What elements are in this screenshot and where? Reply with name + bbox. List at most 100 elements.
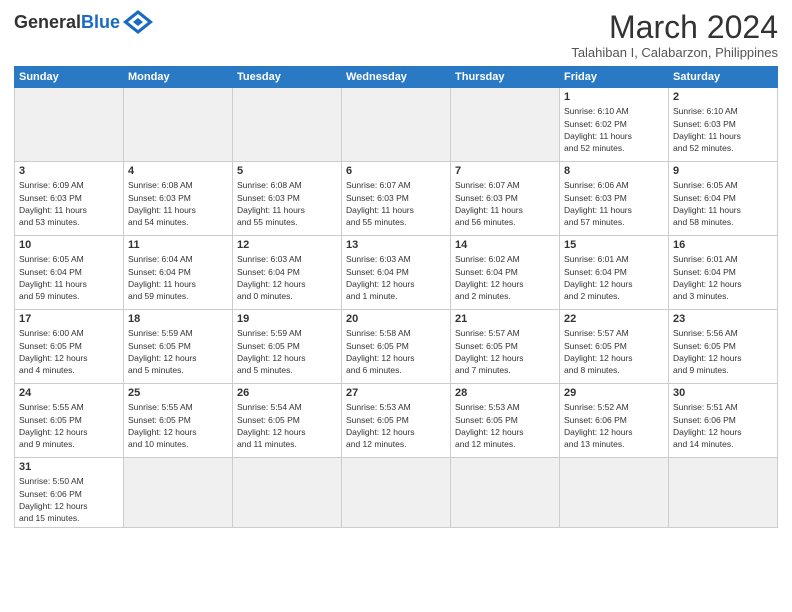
- week-row-4: 24Sunrise: 5:55 AM Sunset: 6:05 PM Dayli…: [15, 384, 778, 458]
- header-sunday: Sunday: [15, 67, 124, 88]
- calendar-cell: [124, 88, 233, 162]
- weekday-header-row: Sunday Monday Tuesday Wednesday Thursday…: [15, 67, 778, 88]
- calendar-cell: 27 Sunrise: 5:53 AM Sunset: 6:05 PM Dayli…: [342, 384, 451, 458]
- calendar-cell: 14Sunrise: 6:02 AM Sunset: 6:04 PM Dayli…: [451, 236, 560, 310]
- week-row-0: 1 Sunrise: 6:10 AM Sunset: 6:02 PM Daylig…: [15, 88, 778, 162]
- day-info: Sunrise: 6:06 AM Sunset: 6:03 PM Dayligh…: [564, 179, 664, 228]
- day-number: 19: [237, 313, 337, 325]
- day-info: Sunrise: 6:07 AM Sunset: 6:03 PM Dayligh…: [455, 179, 555, 228]
- day-info: Sunrise: 5:53 AM Sunset: 6:05 PM Dayligh…: [455, 401, 555, 450]
- day-info: Sunrise: 6:05 AM Sunset: 6:04 PM Dayligh…: [19, 253, 119, 302]
- day-info: Sunrise: 6:01 AM Sunset: 6:04 PM Dayligh…: [673, 253, 773, 302]
- day-number: 31: [19, 461, 119, 473]
- day-number: 5: [237, 165, 337, 177]
- day-number: 12: [237, 239, 337, 251]
- day-number: 23: [673, 313, 773, 325]
- calendar-page: General Blue March 2024 Talahiban I, Cal…: [0, 0, 792, 612]
- day-info: Sunrise: 6:02 AM Sunset: 6:04 PM Dayligh…: [455, 253, 555, 302]
- week-row-2: 10 Sunrise: 6:05 AM Sunset: 6:04 PM Dayli…: [15, 236, 778, 310]
- logo-blue-text: Blue: [81, 13, 120, 31]
- day-number: 29: [564, 387, 664, 399]
- logo: General Blue: [14, 10, 153, 34]
- calendar-cell: [233, 458, 342, 528]
- calendar-cell: 10 Sunrise: 6:05 AM Sunset: 6:04 PM Dayli…: [15, 236, 124, 310]
- week-row-5: 31 Sunrise: 5:50 AM Sunset: 6:06 PM Dayli…: [15, 458, 778, 528]
- calendar-cell: [233, 88, 342, 162]
- calendar-cell: 24Sunrise: 5:55 AM Sunset: 6:05 PM Dayli…: [15, 384, 124, 458]
- day-number: 26: [237, 387, 337, 399]
- header-saturday: Saturday: [669, 67, 778, 88]
- day-number: 1: [564, 91, 664, 103]
- logo-area: General Blue: [14, 10, 153, 34]
- calendar-cell: 15Sunrise: 6:01 AM Sunset: 6:04 PM Dayli…: [560, 236, 669, 310]
- day-info: Sunrise: 5:58 AM Sunset: 6:05 PM Dayligh…: [346, 327, 446, 376]
- day-number: 10: [19, 239, 119, 251]
- header-tuesday: Tuesday: [233, 67, 342, 88]
- day-info: Sunrise: 6:04 AM Sunset: 6:04 PM Dayligh…: [128, 253, 228, 302]
- day-number: 3: [19, 165, 119, 177]
- calendar-table: Sunday Monday Tuesday Wednesday Thursday…: [14, 66, 778, 528]
- header-monday: Monday: [124, 67, 233, 88]
- day-number: 18: [128, 313, 228, 325]
- day-number: 30: [673, 387, 773, 399]
- day-info: Sunrise: 6:09 AM Sunset: 6:03 PM Dayligh…: [19, 179, 119, 228]
- calendar-cell: 18 Sunrise: 5:59 AM Sunset: 6:05 PM Dayli…: [124, 310, 233, 384]
- day-info: Sunrise: 6:08 AM Sunset: 6:03 PM Dayligh…: [237, 179, 337, 228]
- calendar-cell: [124, 458, 233, 528]
- header-thursday: Thursday: [451, 67, 560, 88]
- day-number: 28: [455, 387, 555, 399]
- day-info: Sunrise: 5:54 AM Sunset: 6:05 PM Dayligh…: [237, 401, 337, 450]
- day-number: 11: [128, 239, 228, 251]
- day-info: Sunrise: 6:07 AM Sunset: 6:03 PM Dayligh…: [346, 179, 446, 228]
- calendar-cell: 30Sunrise: 5:51 AM Sunset: 6:06 PM Dayli…: [669, 384, 778, 458]
- day-info: Sunrise: 6:00 AM Sunset: 6:05 PM Dayligh…: [19, 327, 119, 376]
- calendar-cell: 1 Sunrise: 6:10 AM Sunset: 6:02 PM Daylig…: [560, 88, 669, 162]
- day-info: Sunrise: 5:55 AM Sunset: 6:05 PM Dayligh…: [128, 401, 228, 450]
- calendar-cell: [451, 458, 560, 528]
- calendar-cell: 21Sunrise: 5:57 AM Sunset: 6:05 PM Dayli…: [451, 310, 560, 384]
- day-number: 13: [346, 239, 446, 251]
- calendar-cell: [669, 458, 778, 528]
- day-number: 6: [346, 165, 446, 177]
- day-info: Sunrise: 5:57 AM Sunset: 6:05 PM Dayligh…: [564, 327, 664, 376]
- calendar-cell: 12Sunrise: 6:03 AM Sunset: 6:04 PM Dayli…: [233, 236, 342, 310]
- calendar-cell: 7Sunrise: 6:07 AM Sunset: 6:03 PM Daylig…: [451, 162, 560, 236]
- day-number: 9: [673, 165, 773, 177]
- day-number: 8: [564, 165, 664, 177]
- day-info: Sunrise: 5:53 AM Sunset: 6:05 PM Dayligh…: [346, 401, 446, 450]
- week-row-3: 17Sunrise: 6:00 AM Sunset: 6:05 PM Dayli…: [15, 310, 778, 384]
- header-friday: Friday: [560, 67, 669, 88]
- day-info: Sunrise: 5:55 AM Sunset: 6:05 PM Dayligh…: [19, 401, 119, 450]
- week-row-1: 3 Sunrise: 6:09 AM Sunset: 6:03 PM Daylig…: [15, 162, 778, 236]
- header: General Blue March 2024 Talahiban I, Cal…: [14, 10, 778, 60]
- calendar-cell: [15, 88, 124, 162]
- calendar-cell: 13Sunrise: 6:03 AM Sunset: 6:04 PM Dayli…: [342, 236, 451, 310]
- calendar-cell: 25 Sunrise: 5:55 AM Sunset: 6:05 PM Dayli…: [124, 384, 233, 458]
- header-wednesday: Wednesday: [342, 67, 451, 88]
- logo-icon: [123, 10, 153, 34]
- day-number: 16: [673, 239, 773, 251]
- calendar-cell: 29Sunrise: 5:52 AM Sunset: 6:06 PM Dayli…: [560, 384, 669, 458]
- day-number: 22: [564, 313, 664, 325]
- calendar-cell: 4Sunrise: 6:08 AM Sunset: 6:03 PM Daylig…: [124, 162, 233, 236]
- logo-general-text: General: [14, 13, 81, 31]
- calendar-cell: 23 Sunrise: 5:56 AM Sunset: 6:05 PM Dayli…: [669, 310, 778, 384]
- day-info: Sunrise: 5:59 AM Sunset: 6:05 PM Dayligh…: [237, 327, 337, 376]
- day-info: Sunrise: 5:50 AM Sunset: 6:06 PM Dayligh…: [19, 475, 119, 524]
- calendar-cell: 3 Sunrise: 6:09 AM Sunset: 6:03 PM Daylig…: [15, 162, 124, 236]
- calendar-cell: 9Sunrise: 6:05 AM Sunset: 6:04 PM Daylig…: [669, 162, 778, 236]
- calendar-cell: 22 Sunrise: 5:57 AM Sunset: 6:05 PM Dayli…: [560, 310, 669, 384]
- calendar-cell: 19 Sunrise: 5:59 AM Sunset: 6:05 PM Dayli…: [233, 310, 342, 384]
- calendar-cell: [451, 88, 560, 162]
- day-info: Sunrise: 5:56 AM Sunset: 6:05 PM Dayligh…: [673, 327, 773, 376]
- day-info: Sunrise: 5:59 AM Sunset: 6:05 PM Dayligh…: [128, 327, 228, 376]
- day-number: 2: [673, 91, 773, 103]
- day-number: 27: [346, 387, 446, 399]
- day-info: Sunrise: 6:10 AM Sunset: 6:02 PM Dayligh…: [564, 105, 664, 154]
- day-number: 25: [128, 387, 228, 399]
- location-subtitle: Talahiban I, Calabarzon, Philippines: [571, 45, 778, 60]
- calendar-cell: [342, 458, 451, 528]
- calendar-cell: 17Sunrise: 6:00 AM Sunset: 6:05 PM Dayli…: [15, 310, 124, 384]
- day-number: 15: [564, 239, 664, 251]
- day-info: Sunrise: 6:08 AM Sunset: 6:03 PM Dayligh…: [128, 179, 228, 228]
